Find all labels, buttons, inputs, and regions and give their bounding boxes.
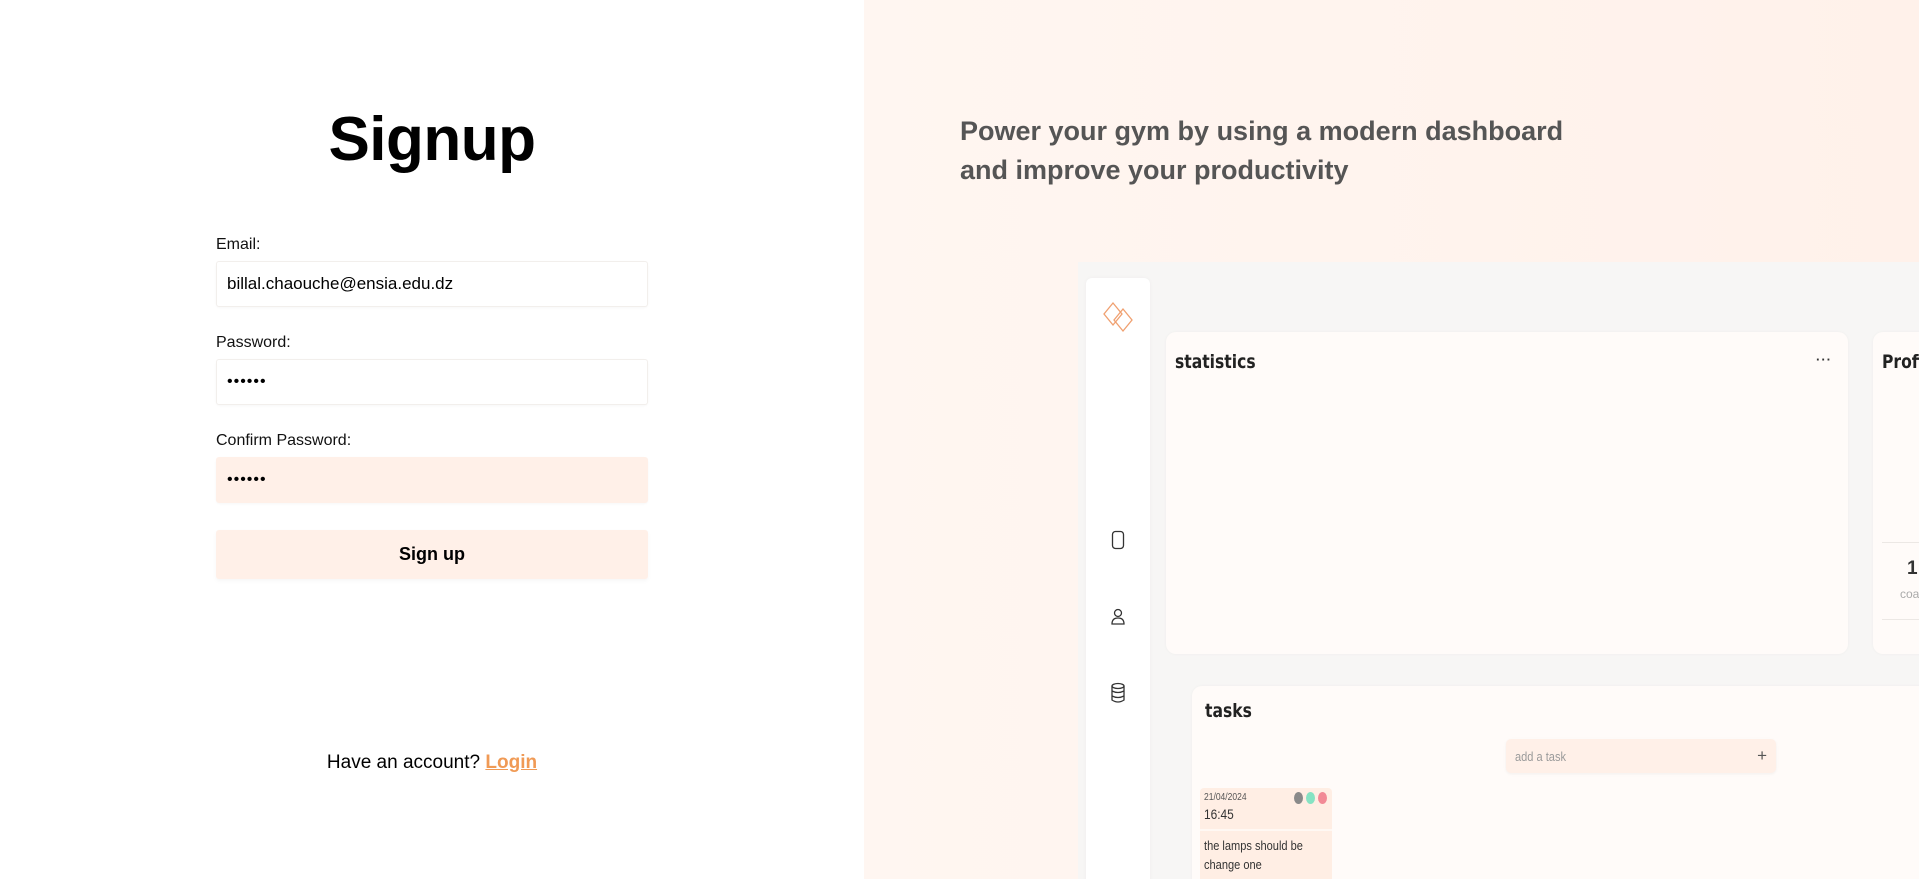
confirm-password-field[interactable]: •••••• xyxy=(216,457,648,503)
email-label: Email: xyxy=(216,236,261,253)
signup-button[interactable]: Sign up xyxy=(216,530,648,579)
tasks-title: tasks xyxy=(1205,700,1252,722)
add-task-input[interactable]: add a task + xyxy=(1506,739,1776,773)
task-text-line-2: change one xyxy=(1204,857,1262,872)
statistics-title: statistics xyxy=(1175,351,1256,373)
password-value: •••••• xyxy=(227,373,267,390)
signup-form: Email: billal.chaouche@ensia.edu.dz Pass… xyxy=(216,236,648,579)
database-icon[interactable] xyxy=(1086,682,1150,704)
statistics-menu-icon[interactable]: ··· xyxy=(1816,352,1832,367)
user-icon[interactable] xyxy=(1086,608,1150,626)
profile-card: Profi 1 coac xyxy=(1873,332,1919,654)
task-text-line-1: the lamps should be xyxy=(1204,838,1303,853)
profile-stat-value: 1 xyxy=(1907,558,1918,579)
profile-divider-top xyxy=(1882,542,1919,543)
task-status-dot-green[interactable] xyxy=(1306,792,1315,804)
email-value: billal.chaouche@ensia.edu.dz xyxy=(227,274,454,293)
task-status-dot-red[interactable] xyxy=(1318,792,1327,804)
promo-panel: Power your gym by using a modern dashboa… xyxy=(864,0,1919,879)
profile-title: Profi xyxy=(1882,351,1919,373)
device-icon[interactable] xyxy=(1086,530,1150,550)
login-prompt: Have an account? Login xyxy=(0,752,864,774)
add-task-button[interactable]: + xyxy=(1757,746,1767,766)
page-title: Signup xyxy=(328,105,536,174)
signup-panel: Signup Email: billal.chaouche@ensia.edu.… xyxy=(0,0,864,879)
task-status-dot-gray[interactable] xyxy=(1294,792,1303,804)
profile-divider-bottom xyxy=(1882,619,1919,620)
task-divider xyxy=(1200,829,1332,831)
password-field[interactable]: •••••• xyxy=(216,359,648,405)
statistics-card: statistics ··· xyxy=(1166,332,1848,654)
confirm-password-label: Confirm Password: xyxy=(216,432,352,449)
promo-tagline: Power your gym by using a modern dashboa… xyxy=(960,116,1564,185)
task-text: the lamps should be change one xyxy=(1204,836,1311,874)
add-task-placeholder: add a task xyxy=(1515,748,1566,764)
logo-icon xyxy=(1086,300,1150,334)
password-label: Password: xyxy=(216,334,291,351)
email-field[interactable]: billal.chaouche@ensia.edu.dz xyxy=(216,261,648,307)
dashboard-sidebar xyxy=(1086,278,1150,879)
task-time: 16:45 xyxy=(1204,806,1234,822)
login-link[interactable]: Login xyxy=(485,752,537,773)
task-item[interactable]: 21/04/2024 16:45 the lamps should be cha… xyxy=(1200,788,1332,879)
task-date: 21/04/2024 xyxy=(1204,792,1247,803)
have-account-text: Have an account? xyxy=(326,752,481,773)
profile-stat-label: coac xyxy=(1900,587,1919,601)
confirm-password-value: •••••• xyxy=(227,471,267,488)
